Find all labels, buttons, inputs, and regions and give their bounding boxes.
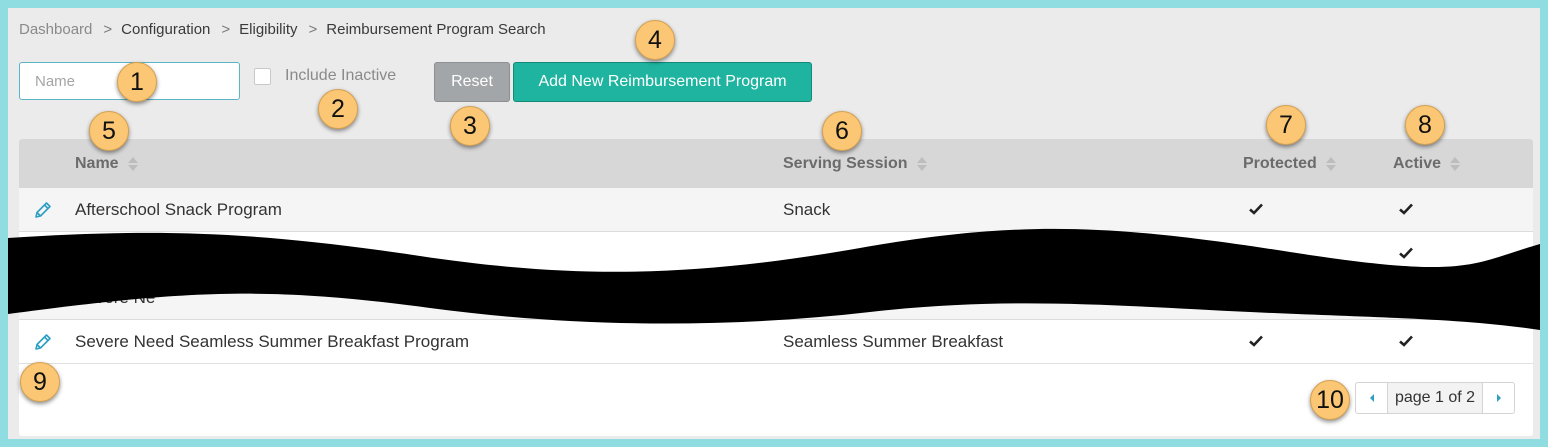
callout-badge-9: 9 <box>20 362 60 402</box>
callout-badge-4: 4 <box>635 20 675 60</box>
table-row: Program <box>19 232 1533 276</box>
callout-badge-2: 2 <box>318 89 358 129</box>
breadcrumb: Dashboard > Configuration > Eligibility … <box>19 21 546 38</box>
column-header-protected-label: Protected <box>1243 154 1317 172</box>
caret-right-icon <box>1496 394 1501 402</box>
programs-table: Name Serving Session Protected Active Af… <box>19 139 1533 436</box>
callout-badge-1: 1 <box>117 62 157 102</box>
pagination: page 1 of 2 <box>1355 382 1515 414</box>
breadcrumb-current: Reimbursement Program Search <box>326 21 546 38</box>
serving-session-cell: fast <box>829 288 857 307</box>
program-name-cell: Program <box>245 244 311 263</box>
pencil-edit-icon[interactable] <box>33 332 53 352</box>
program-name-cell: Severe Need Seamless Summer Breakfast Pr… <box>75 332 469 351</box>
table-row: Severe Ne fast <box>19 276 1533 320</box>
reset-button[interactable]: Reset <box>434 62 510 102</box>
sort-icon <box>1450 155 1461 173</box>
active-check-icon <box>1399 247 1413 259</box>
column-header-serving-session-label: Serving Session <box>783 154 908 172</box>
callout-badge-6: 6 <box>822 111 862 151</box>
next-page-button[interactable] <box>1482 383 1514 413</box>
protected-check-icon <box>1249 335 1263 347</box>
active-check-icon <box>1399 291 1413 303</box>
protected-check-icon <box>1249 247 1263 259</box>
active-check-icon <box>1399 203 1413 215</box>
sort-icon <box>916 155 927 173</box>
table-row: Severe Need Seamless Summer Breakfast Pr… <box>19 320 1533 364</box>
column-header-protected[interactable]: Protected <box>1243 139 1336 188</box>
table-header: Name Serving Session Protected Active <box>19 139 1533 188</box>
previous-page-button[interactable] <box>1356 383 1388 413</box>
sort-icon <box>1325 155 1336 173</box>
breadcrumb-dashboard[interactable]: Dashboard <box>19 21 92 38</box>
callout-badge-10: 10 <box>1310 380 1350 420</box>
add-reimbursement-program-button[interactable]: Add New Reimbursement Program <box>513 62 812 102</box>
serving-session-cell: Seamless Summer Breakfast <box>783 332 1004 351</box>
column-header-active[interactable]: Active <box>1393 139 1461 188</box>
sort-icon <box>127 155 138 173</box>
callout-badge-7: 7 <box>1266 105 1306 145</box>
protected-check-icon <box>1249 203 1263 215</box>
column-header-active-label: Active <box>1393 154 1442 172</box>
serving-session-cell: Snack <box>783 200 831 219</box>
table-row: Afterschool Snack Program Snack <box>19 188 1533 232</box>
column-header-name-label: Name <box>75 154 119 172</box>
callout-badge-8: 8 <box>1405 105 1445 145</box>
program-name-cell: Afterschool Snack Program <box>75 200 282 219</box>
include-inactive-checkbox[interactable] <box>254 68 271 85</box>
page-content: Dashboard > Configuration > Eligibility … <box>8 8 1540 439</box>
screenshot-frame: Dashboard > Configuration > Eligibility … <box>0 0 1548 447</box>
callout-badge-5: 5 <box>89 111 129 151</box>
protected-check-icon <box>1249 291 1263 303</box>
breadcrumb-separator: > <box>221 21 231 38</box>
pencil-edit-icon[interactable] <box>33 244 53 264</box>
breadcrumb-separator: > <box>308 21 318 38</box>
breadcrumb-configuration[interactable]: Configuration <box>121 21 210 38</box>
include-inactive-label: Include Inactive <box>285 67 397 84</box>
pencil-edit-icon[interactable] <box>33 288 53 308</box>
active-check-icon <box>1399 335 1413 347</box>
breadcrumb-separator: > <box>103 21 113 38</box>
page-indicator: page 1 of 2 <box>1388 383 1482 413</box>
pencil-edit-icon[interactable] <box>33 200 53 220</box>
program-name-cell: Severe Ne <box>75 288 156 307</box>
callout-badge-3: 3 <box>450 106 490 146</box>
caret-left-icon <box>1369 394 1374 402</box>
breadcrumb-eligibility[interactable]: Eligibility <box>239 21 297 38</box>
